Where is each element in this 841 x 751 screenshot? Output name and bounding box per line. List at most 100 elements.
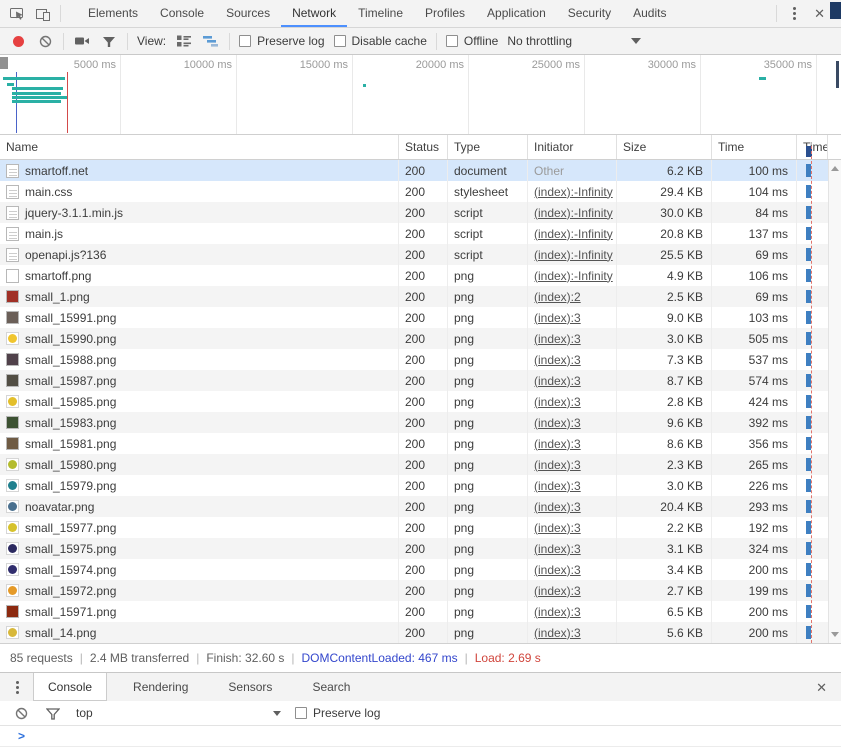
clear-network-log-icon[interactable] [36, 32, 54, 50]
initiator-link[interactable]: (index):-Infinity [534, 227, 613, 241]
list-view-icon[interactable] [175, 32, 193, 50]
table-row[interactable]: main.js200script(index):-Infinity20.8 KB… [0, 223, 841, 244]
network-overview[interactable]: 5000 ms10000 ms15000 ms20000 ms25000 ms3… [0, 55, 841, 135]
initiator-link[interactable]: (index):3 [534, 500, 581, 514]
table-row[interactable]: small_15985.png200png(index):32.8 KB424 … [0, 391, 841, 412]
execution-context-selector[interactable]: top [76, 706, 281, 720]
overview-window-handle[interactable] [0, 57, 8, 69]
tab-profiles[interactable]: Profiles [414, 0, 476, 27]
column-header-status[interactable]: Status [399, 135, 448, 159]
record-network-log-icon[interactable] [13, 36, 24, 47]
throttling-selected-value[interactable]: No throttling [507, 34, 572, 48]
initiator-link[interactable]: (index):3 [534, 395, 581, 409]
table-row[interactable]: small_15988.png200png(index):37.3 KB537 … [0, 349, 841, 370]
console-preserve-log-checkbox[interactable] [295, 707, 307, 719]
table-row[interactable]: openapi.js?136200script(index):-Infinity… [0, 244, 841, 265]
cell-size: 7.3 KB [617, 349, 712, 370]
more-options-icon[interactable] [789, 5, 800, 22]
request-name: small_15980.png [25, 458, 116, 472]
inspect-element-icon[interactable] [8, 5, 26, 23]
initiator-link[interactable]: (index):3 [534, 437, 581, 451]
filter-icon[interactable] [100, 32, 118, 50]
column-header-timeline[interactable]: Timeline [797, 135, 828, 159]
initiator-link[interactable]: (index):3 [534, 542, 581, 556]
table-row[interactable]: smartoff.net200documentOther6.2 KB100 ms [0, 160, 841, 181]
initiator-link[interactable]: (index):3 [534, 311, 581, 325]
initiator-link[interactable]: (index):3 [534, 521, 581, 535]
table-row[interactable]: small_15974.png200png(index):33.4 KB200 … [0, 559, 841, 580]
tab-security[interactable]: Security [557, 0, 622, 27]
tab-elements[interactable]: Elements [77, 0, 149, 27]
disable-cache-checkbox[interactable] [334, 35, 346, 47]
offline-checkbox[interactable] [446, 35, 458, 47]
initiator-link[interactable]: (index):3 [534, 479, 581, 493]
table-row[interactable]: main.css200stylesheet(index):-Infinity29… [0, 181, 841, 202]
initiator-link[interactable]: (index):-Infinity [534, 248, 613, 262]
column-header-initiator[interactable]: Initiator [528, 135, 617, 159]
device-toolbar-icon[interactable] [34, 5, 52, 23]
scroll-down-icon[interactable] [831, 632, 839, 637]
tab-audits[interactable]: Audits [622, 0, 677, 27]
table-row[interactable]: small_15971.png200png(index):36.5 KB200 … [0, 601, 841, 622]
tab-timeline[interactable]: Timeline [347, 0, 414, 27]
cell-status: 200 [399, 391, 448, 412]
console-prompt-row[interactable]: > [0, 726, 841, 747]
scroll-up-icon[interactable] [831, 166, 839, 171]
initiator-link[interactable]: (index):-Infinity [534, 185, 613, 199]
drawer-tab-sensors[interactable]: Sensors [214, 673, 286, 701]
initiator-link[interactable]: (index):3 [534, 332, 581, 346]
initiator-link[interactable]: (index):-Infinity [534, 206, 613, 220]
table-row[interactable]: small_15983.png200png(index):39.6 KB392 … [0, 412, 841, 433]
console-filter-icon[interactable] [44, 704, 62, 722]
table-row[interactable]: small_15972.png200png(index):32.7 KB199 … [0, 580, 841, 601]
image-thumbnail-icon [6, 584, 19, 597]
initiator-link[interactable]: (index):-Infinity [534, 269, 613, 283]
table-row[interactable]: small_14.png200png(index):35.6 KB200 ms [0, 622, 841, 643]
close-devtools-icon[interactable]: ✕ [812, 5, 827, 22]
column-header-name[interactable]: Name [0, 135, 399, 159]
column-header-size[interactable]: Size [617, 135, 712, 159]
tab-application[interactable]: Application [476, 0, 557, 27]
initiator-link[interactable]: (index):3 [534, 374, 581, 388]
tab-console[interactable]: Console [149, 0, 215, 27]
table-row[interactable]: small_15980.png200png(index):32.3 KB265 … [0, 454, 841, 475]
table-row[interactable]: small_15987.png200png(index):38.7 KB574 … [0, 370, 841, 391]
cell-time: 265 ms [712, 454, 797, 475]
throttling-dropdown-caret-icon[interactable] [631, 38, 641, 44]
initiator-link[interactable]: (index):3 [534, 353, 581, 367]
table-row[interactable]: noavatar.png200png(index):320.4 KB293 ms [0, 496, 841, 517]
waterfall-view-icon[interactable] [202, 32, 220, 50]
close-drawer-icon[interactable]: ✕ [814, 679, 829, 696]
table-row[interactable]: small_15990.png200png(index):33.0 KB505 … [0, 328, 841, 349]
cell-time: 69 ms [712, 244, 797, 265]
table-row[interactable]: small_1.png200png(index):22.5 KB69 ms [0, 286, 841, 307]
table-row[interactable]: jquery-3.1.1.min.js200script(index):-Inf… [0, 202, 841, 223]
tab-network[interactable]: Network [281, 0, 347, 27]
table-row[interactable]: small_15981.png200png(index):38.6 KB356 … [0, 433, 841, 454]
initiator-link[interactable]: (index):3 [534, 563, 581, 577]
table-scrollbar[interactable] [828, 160, 841, 643]
column-header-type[interactable]: Type [448, 135, 528, 159]
table-row[interactable]: small_15979.png200png(index):33.0 KB226 … [0, 475, 841, 496]
table-row[interactable]: small_15975.png200png(index):33.1 KB324 … [0, 538, 841, 559]
initiator-link[interactable]: (index):3 [534, 458, 581, 472]
initiator-link[interactable]: (index):3 [534, 626, 581, 640]
initiator-link[interactable]: (index):3 [534, 584, 581, 598]
preserve-log-checkbox[interactable] [239, 35, 251, 47]
initiator-link[interactable]: (index):3 [534, 605, 581, 619]
table-row[interactable]: smartoff.png200png(index):-Infinity4.9 K… [0, 265, 841, 286]
tab-sources[interactable]: Sources [215, 0, 281, 27]
drawer-tab-console[interactable]: Console [33, 673, 107, 701]
drawer-menu-icon[interactable] [12, 679, 23, 696]
clear-console-icon[interactable] [12, 704, 30, 722]
cell-status: 200 [399, 307, 448, 328]
initiator-link[interactable]: (index):3 [534, 416, 581, 430]
column-header-time[interactable]: Time [712, 135, 797, 159]
waterfall-bar [806, 500, 811, 513]
screenshot-capture-icon[interactable] [73, 32, 91, 50]
drawer-tab-search[interactable]: Search [298, 673, 364, 701]
table-row[interactable]: small_15977.png200png(index):32.2 KB192 … [0, 517, 841, 538]
initiator-link[interactable]: (index):2 [534, 290, 581, 304]
table-row[interactable]: small_15991.png200png(index):39.0 KB103 … [0, 307, 841, 328]
drawer-tab-rendering[interactable]: Rendering [119, 673, 202, 701]
